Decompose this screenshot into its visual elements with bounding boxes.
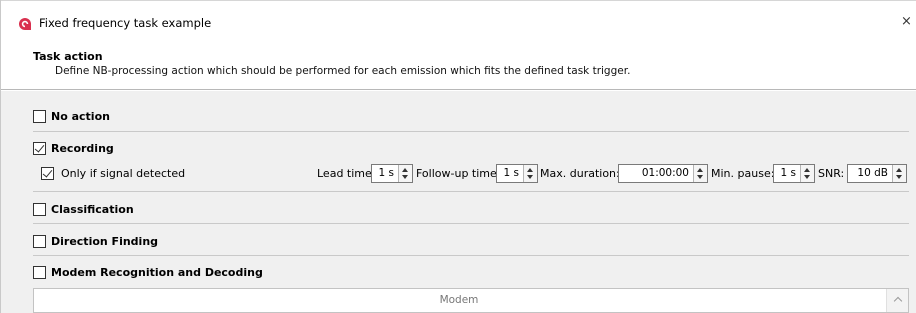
divider [33, 255, 909, 256]
direction-finding-label: Direction Finding [51, 235, 159, 248]
direction-finding-checkbox[interactable] [33, 235, 46, 248]
classification-row[interactable]: Classification [33, 198, 909, 222]
title-bar: Fixed frequency task example × [1, 0, 916, 40]
spin-arrows-icon[interactable] [398, 165, 412, 182]
lead-time-value: 1 s [378, 167, 395, 179]
recording-label: Recording [51, 142, 114, 155]
max-duration-value: 01:00:00 [641, 167, 689, 179]
no-action-checkbox[interactable] [33, 110, 46, 123]
spin-arrows-icon[interactable] [693, 165, 707, 182]
only-if-signal-checkbox[interactable] [41, 167, 54, 180]
max-duration-spinbox[interactable]: 01:00:00 [618, 164, 708, 183]
app-logo-icon [19, 18, 31, 30]
min-pause-label: Min. pause: [711, 167, 775, 180]
recording-checkbox[interactable] [33, 142, 46, 155]
recording-options-row: Only if signal detected Lead time: 1 s F… [41, 163, 909, 185]
task-action-header: Task action Define NB-processing action … [1, 40, 916, 90]
snr-label: SNR: [818, 167, 845, 180]
modem-checkbox[interactable] [33, 266, 46, 279]
dialog-window: Fixed frequency task example × Task acti… [0, 0, 916, 313]
no-action-row[interactable]: No action [33, 105, 909, 129]
modem-table: Modem [33, 288, 909, 313]
snr-value: 10 dB [857, 167, 888, 179]
modem-label: Modem Recognition and Decoding [51, 266, 263, 279]
spin-arrows-icon[interactable] [800, 165, 814, 182]
divider [33, 191, 909, 192]
classification-checkbox[interactable] [33, 203, 46, 216]
min-pause-spinbox[interactable]: 1 s [773, 164, 815, 183]
divider [33, 131, 909, 132]
spin-arrows-icon[interactable] [892, 165, 906, 182]
window-title: Fixed frequency task example [39, 16, 212, 30]
spin-arrows-icon[interactable] [523, 165, 537, 182]
close-button[interactable]: × [901, 14, 916, 30]
direction-finding-row[interactable]: Direction Finding [33, 230, 909, 254]
lead-time-spinbox[interactable]: 1 s [371, 164, 413, 183]
chevron-up-icon [893, 296, 903, 306]
actions-panel: No action Recording Only if signal detec… [1, 91, 916, 313]
recording-row[interactable]: Recording [33, 137, 909, 161]
modem-column-header[interactable]: Modem [34, 289, 884, 312]
only-if-signal-label: Only if signal detected [61, 167, 186, 180]
follow-up-time-spinbox[interactable]: 1 s [496, 164, 538, 183]
page-title: Task action [33, 50, 103, 63]
no-action-label: No action [51, 110, 110, 123]
follow-up-time-value: 1 s [503, 167, 520, 179]
scroll-up-button[interactable] [886, 289, 908, 312]
classification-label: Classification [51, 203, 134, 216]
divider [33, 223, 909, 224]
page-description: Define NB-processing action which should… [55, 65, 631, 77]
lead-time-label: Lead time: [317, 167, 376, 180]
max-duration-label: Max. duration: [540, 167, 620, 180]
follow-up-time-label: Follow-up time: [416, 167, 501, 180]
min-pause-value: 1 s [780, 167, 797, 179]
snr-spinbox[interactable]: 10 dB [847, 164, 907, 183]
modem-row[interactable]: Modem Recognition and Decoding [33, 261, 909, 285]
